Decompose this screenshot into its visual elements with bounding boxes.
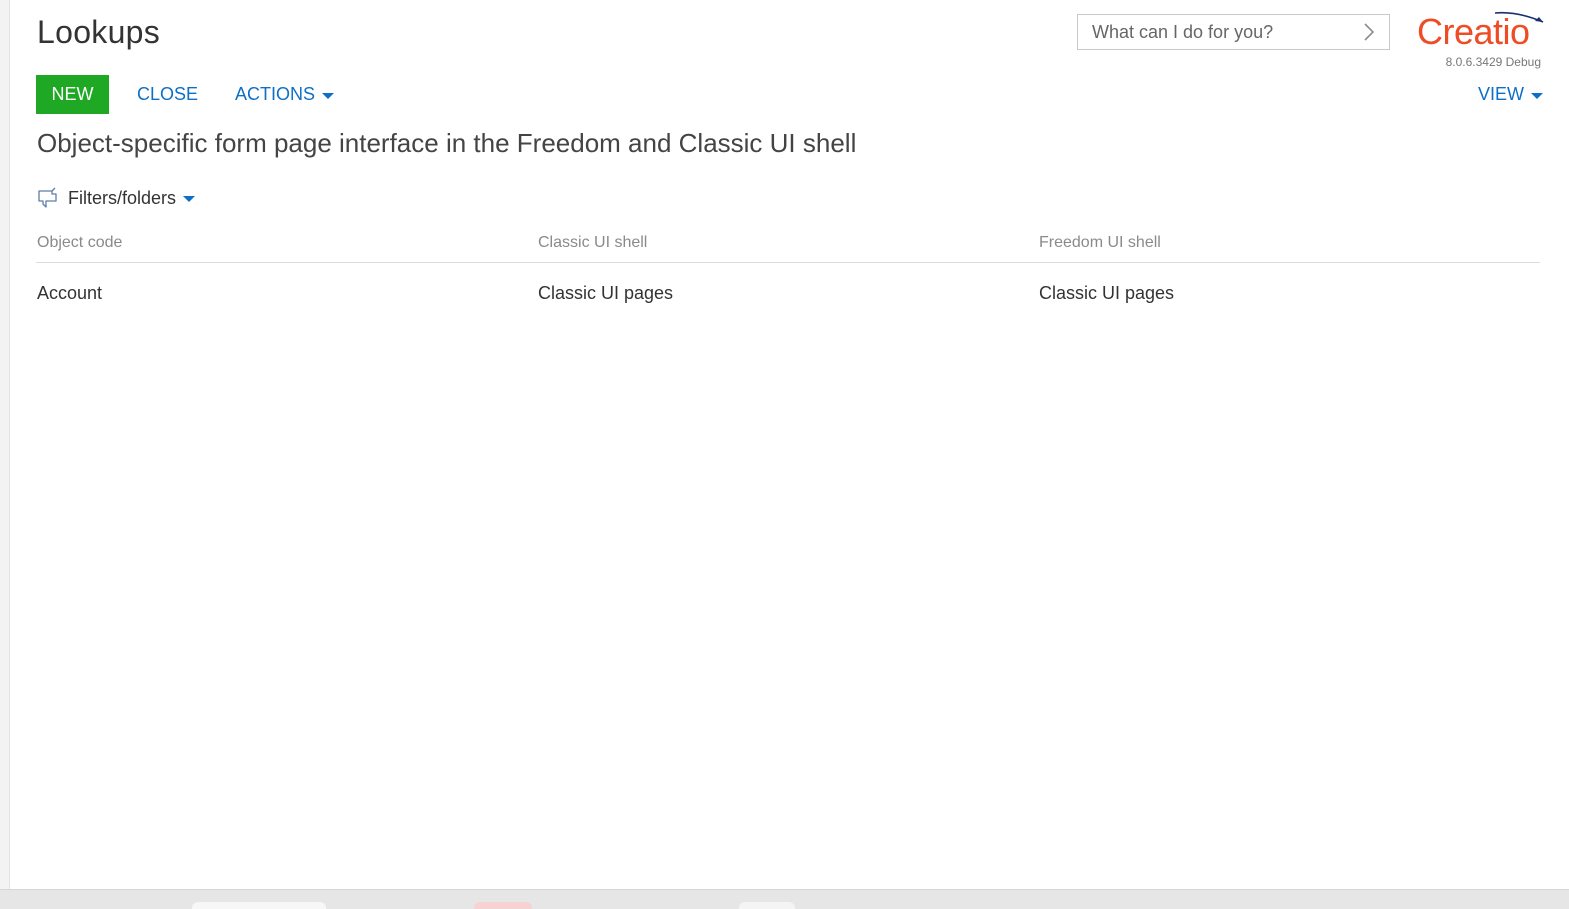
actions-button[interactable]: ACTIONS xyxy=(235,75,335,114)
left-rail xyxy=(0,0,10,889)
chevron-right-icon[interactable] xyxy=(1361,22,1377,42)
caret-down-icon xyxy=(183,196,196,202)
taskbar-item[interactable] xyxy=(474,902,532,909)
caret-down-icon xyxy=(322,92,335,99)
logo-swoosh-icon xyxy=(1494,11,1544,23)
cell-object-code: Account xyxy=(37,283,103,303)
command-input[interactable] xyxy=(1078,15,1348,49)
column-header-classic-ui-shell[interactable]: Classic UI shell xyxy=(538,230,647,256)
grid-header: Object code Classic UI shell Freedom UI … xyxy=(36,230,1540,263)
taskbar-item[interactable] xyxy=(739,902,795,909)
new-button[interactable]: NEW xyxy=(36,75,109,114)
actions-button-label: ACTIONS xyxy=(235,84,316,104)
close-button-label: CLOSE xyxy=(137,84,199,104)
taskbar-item[interactable] xyxy=(192,902,326,909)
command-line xyxy=(1077,14,1390,50)
table-row[interactable]: Account Classic UI pages Classic UI page… xyxy=(36,278,1540,310)
taskbar xyxy=(0,889,1569,909)
view-button[interactable]: VIEW xyxy=(1478,75,1544,114)
section-title: Object-specific form page interface in t… xyxy=(37,128,857,158)
column-header-freedom-ui-shell[interactable]: Freedom UI shell xyxy=(1039,230,1161,256)
filters-folders-toggle[interactable]: Filters/folders xyxy=(36,186,196,210)
creatio-logo: Creatio xyxy=(1417,10,1545,52)
caret-down-icon xyxy=(1531,92,1544,99)
page-title: Lookups xyxy=(37,14,161,50)
column-header-object-code[interactable]: Object code xyxy=(37,230,122,256)
filter-folder-icon xyxy=(38,187,57,208)
version-label: 8.0.6.3429 Debug xyxy=(1445,55,1541,69)
page: Lookups Creatio 8.0.6.3429 Debug NEW CLO… xyxy=(0,0,1569,909)
filters-folders-label: Filters/folders xyxy=(68,187,177,208)
cell-freedom-ui-shell: Classic UI pages xyxy=(1039,283,1175,303)
view-button-label: VIEW xyxy=(1478,84,1525,104)
cell-classic-ui-shell: Classic UI pages xyxy=(538,283,674,303)
close-button[interactable]: CLOSE xyxy=(137,75,198,114)
